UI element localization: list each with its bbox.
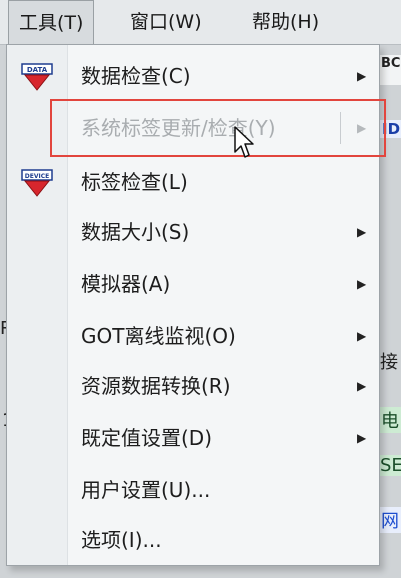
menu-item-label: 模拟器(A) <box>81 272 171 296</box>
tag-check-icon-text: DEVICE <box>25 173 49 180</box>
menu-item-system-tag-update-check[interactable]: 系统标签更新/检查(Y) ▶ <box>7 103 379 153</box>
menubar-tools[interactable]: 工具(T) <box>8 0 95 44</box>
menu-item-label: 既定值设置(D) <box>81 426 213 450</box>
submenu-arrow-icon: ▶ <box>357 379 367 393</box>
data-check-icon-text: DATA <box>27 66 48 74</box>
background-label-connect: 接 <box>380 352 398 373</box>
submenu-arrow-icon: ▶ <box>357 329 367 343</box>
background-label-id: ID <box>379 120 401 138</box>
submenu-arrow-icon: ▶ <box>357 121 367 135</box>
menu-item-data-size[interactable]: 数据大小(S) ▶ <box>7 207 379 257</box>
submenu-arrow-icon: ▶ <box>357 69 367 83</box>
menu-item-options[interactable]: 选项(I)... <box>7 515 379 565</box>
tag-check-icon: DEVICE <box>21 169 53 197</box>
menu-item-label: 选项(I)... <box>81 528 162 552</box>
tools-dropdown-menu: DATA 数据检查(C) ▶ 系统标签更新/检查(Y) ▶ DEVICE 标签检… <box>6 44 380 566</box>
menu-item-label: 数据检查(C) <box>81 64 191 88</box>
submenu-arrow-icon: ▶ <box>357 225 367 239</box>
submenu-separator <box>340 112 341 144</box>
menubar-window[interactable]: 窗口(W) <box>120 0 212 44</box>
menu-item-resource-data-conversion[interactable]: 资源数据转换(R) ▶ <box>7 361 379 411</box>
menu-item-got-offline-monitor[interactable]: GOT离线监视(O) ▶ <box>7 311 379 361</box>
menu-bar: 工具(T) 窗口(W) 帮助(H) <box>0 0 401 45</box>
background-label-se: SE <box>377 455 401 476</box>
submenu-arrow-icon: ▶ <box>357 277 367 291</box>
menubar-help[interactable]: 帮助(H) <box>242 0 329 44</box>
menu-item-label: 用户设置(U)... <box>81 478 211 502</box>
background-label-net: 网 <box>378 507 401 533</box>
menu-item-tag-check[interactable]: DEVICE 标签检查(L) <box>7 157 379 207</box>
menu-item-simulator[interactable]: 模拟器(A) ▶ <box>7 259 379 309</box>
menu-item-label: 资源数据转换(R) <box>81 374 231 398</box>
data-check-icon: DATA <box>21 63 53 91</box>
menu-item-default-value-settings[interactable]: 既定值设置(D) ▶ <box>7 413 379 463</box>
submenu-arrow-icon: ▶ <box>357 431 367 445</box>
mouse-cursor-icon <box>234 126 254 158</box>
menu-item-data-check[interactable]: DATA 数据检查(C) ▶ <box>7 51 379 101</box>
menu-item-label: GOT离线监视(O) <box>81 324 236 348</box>
menu-item-label: 数据大小(S) <box>81 220 190 244</box>
background-label-bc: BC <box>381 56 401 71</box>
menu-item-label: 标签检查(L) <box>81 170 188 194</box>
menu-item-user-settings[interactable]: 用户设置(U)... <box>7 465 379 515</box>
background-label-electric: 电 <box>378 407 401 433</box>
